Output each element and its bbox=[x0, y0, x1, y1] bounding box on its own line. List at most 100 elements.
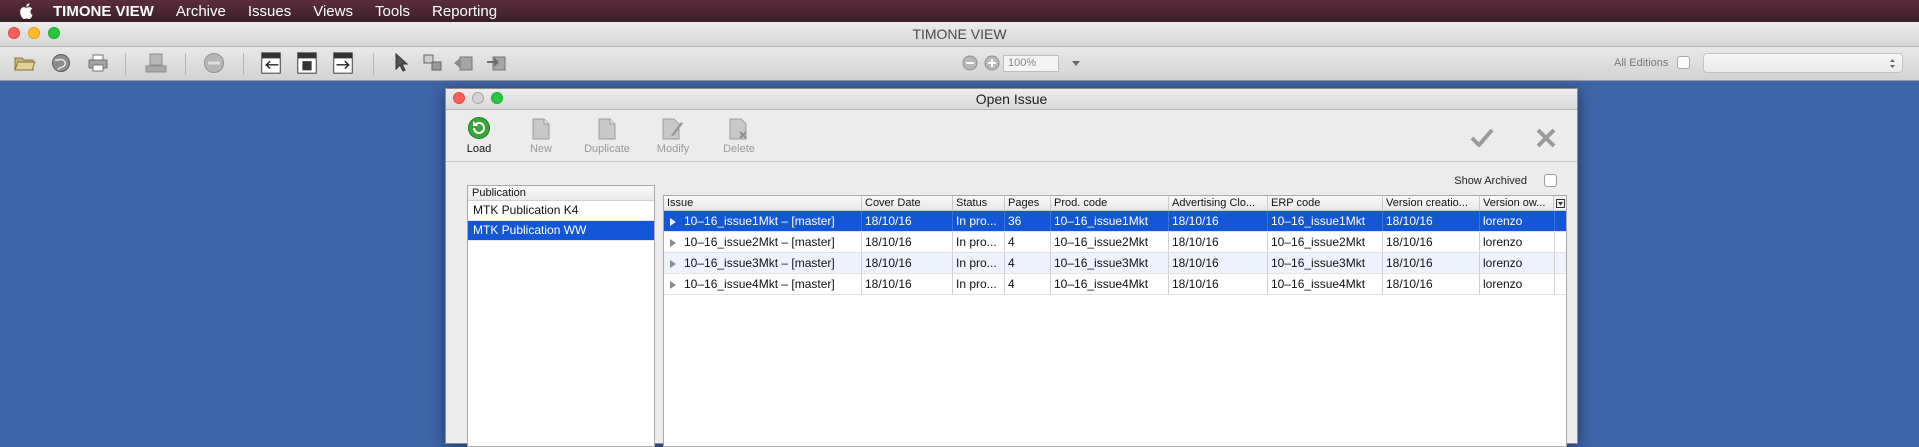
duplicate-button[interactable]: Duplicate bbox=[574, 114, 640, 155]
duplicate-document-icon bbox=[574, 114, 640, 140]
table-row[interactable]: 10–16_issue4Mkt – [master] 18/10/16 In p… bbox=[664, 274, 1566, 295]
cancel-button[interactable] bbox=[1535, 127, 1557, 152]
toolbar-separator bbox=[373, 53, 374, 75]
new-button[interactable]: New bbox=[508, 114, 574, 155]
zoom-in-icon[interactable] bbox=[980, 52, 1004, 74]
version-creation-cell: 18/10/16 bbox=[1383, 232, 1480, 252]
move-forward-icon[interactable] bbox=[484, 52, 508, 74]
confirm-button[interactable] bbox=[1470, 127, 1494, 150]
dialog-divider bbox=[446, 161, 1577, 162]
modify-button[interactable]: Modify bbox=[640, 114, 706, 155]
table-row[interactable]: 10–16_issue1Mkt – [master] 18/10/16 In p… bbox=[664, 211, 1566, 232]
erp-code-cell: 10–16_issue4Mkt bbox=[1268, 274, 1383, 294]
column-header-pages[interactable]: Pages bbox=[1005, 196, 1051, 210]
pages-cell: 4 bbox=[1005, 232, 1051, 252]
window-titlebar: TIMONE VIEW bbox=[0, 22, 1919, 47]
table-header-row: Issue Cover Date Status Pages Prod. code… bbox=[664, 196, 1566, 211]
issue-table: Issue Cover Date Status Pages Prod. code… bbox=[663, 195, 1567, 447]
publication-list: Publication MTK Publication K4 MTK Publi… bbox=[467, 185, 655, 447]
version-owner-cell: lorenzo bbox=[1480, 232, 1555, 252]
delete-label: Delete bbox=[723, 143, 755, 155]
duplicate-label: Duplicate bbox=[584, 143, 630, 155]
toolbar-separator bbox=[243, 53, 244, 75]
delete-button[interactable]: Delete bbox=[706, 114, 772, 155]
column-header-advertising-close[interactable]: Advertising Clo... bbox=[1169, 196, 1268, 210]
publication-item-selected[interactable]: MTK Publication WW bbox=[468, 221, 654, 241]
disclosure-triangle-icon[interactable] bbox=[670, 238, 676, 247]
dialog-title: Open Issue bbox=[975, 91, 1048, 107]
pointer-tool-icon[interactable] bbox=[389, 52, 413, 74]
download-icon[interactable] bbox=[144, 52, 168, 74]
column-header-issue[interactable]: Issue bbox=[664, 196, 862, 210]
column-picker-button[interactable] bbox=[1553, 196, 1566, 210]
table-row[interactable]: 10–16_issue2Mkt – [master] 18/10/16 In p… bbox=[664, 232, 1566, 253]
show-archived-checkbox[interactable] bbox=[1544, 174, 1557, 187]
status-cell: In pro... bbox=[953, 232, 1005, 252]
disclosure-triangle-icon[interactable] bbox=[670, 217, 676, 226]
status-cell: In pro... bbox=[953, 253, 1005, 273]
menu-views[interactable]: Views bbox=[313, 3, 353, 20]
window-title: TIMONE VIEW bbox=[912, 26, 1007, 42]
column-header-cover-date[interactable]: Cover Date bbox=[862, 196, 953, 210]
menu-issues[interactable]: Issues bbox=[248, 3, 291, 20]
menu-tools[interactable]: Tools bbox=[375, 3, 410, 20]
edition-select[interactable] bbox=[1703, 53, 1903, 73]
open-issue-dialog: Open Issue Load New Duplicate Modify Del… bbox=[445, 88, 1578, 447]
disclosure-triangle-icon[interactable] bbox=[670, 259, 676, 268]
advertising-close-cell: 18/10/16 bbox=[1169, 211, 1268, 231]
menu-reporting[interactable]: Reporting bbox=[432, 3, 497, 20]
advertising-close-cell: 18/10/16 bbox=[1169, 253, 1268, 273]
globe-icon[interactable] bbox=[49, 52, 73, 74]
issue-cell: 10–16_issue2Mkt – [master] bbox=[664, 232, 862, 252]
print-icon[interactable] bbox=[86, 52, 110, 74]
issue-cell: 10–16_issue3Mkt – [master] bbox=[664, 253, 862, 273]
disclosure-triangle-icon[interactable] bbox=[670, 280, 676, 289]
all-editions-checkbox[interactable] bbox=[1677, 56, 1690, 69]
edit-document-icon bbox=[640, 114, 706, 140]
version-owner-cell: lorenzo bbox=[1480, 211, 1555, 231]
cover-date-cell: 18/10/16 bbox=[862, 232, 953, 252]
issue-name: 10–16_issue2Mkt – [master] bbox=[684, 235, 835, 249]
erp-code-cell: 10–16_issue2Mkt bbox=[1268, 232, 1383, 252]
version-creation-cell: 18/10/16 bbox=[1383, 211, 1480, 231]
sync-left-icon[interactable] bbox=[259, 52, 283, 74]
sync-page-icon[interactable] bbox=[295, 52, 319, 74]
toolbar-separator bbox=[185, 53, 186, 75]
stop-icon[interactable] bbox=[202, 52, 226, 74]
table-row[interactable]: 10–16_issue3Mkt – [master] 18/10/16 In p… bbox=[664, 253, 1566, 274]
cover-date-cell: 18/10/16 bbox=[862, 274, 953, 294]
version-creation-cell: 18/10/16 bbox=[1383, 274, 1480, 294]
dialog-toolbar: Load New Duplicate Modify Delete bbox=[446, 110, 1577, 160]
issue-cell: 10–16_issue1Mkt – [master] bbox=[664, 211, 862, 231]
prod-code-cell: 10–16_issue1Mkt bbox=[1051, 211, 1169, 231]
pages-cell: 4 bbox=[1005, 253, 1051, 273]
zoom-level-field[interactable]: 100% bbox=[1003, 55, 1059, 72]
zoom-out-icon[interactable] bbox=[958, 52, 982, 74]
load-button[interactable]: Load bbox=[446, 114, 512, 155]
link-frames-icon[interactable] bbox=[421, 52, 445, 74]
show-archived-label: Show Archived bbox=[1454, 175, 1527, 187]
load-label: Load bbox=[466, 143, 492, 155]
zoom-dropdown-icon[interactable] bbox=[1064, 52, 1088, 74]
move-back-icon[interactable] bbox=[451, 52, 475, 74]
checkmark-icon bbox=[1470, 128, 1494, 148]
column-picker-icon bbox=[1555, 198, 1565, 208]
sync-right-icon[interactable] bbox=[331, 52, 355, 74]
issue-name: 10–16_issue3Mkt – [master] bbox=[684, 256, 835, 270]
erp-code-cell: 10–16_issue3Mkt bbox=[1268, 253, 1383, 273]
all-editions-label: All Editions bbox=[1614, 57, 1669, 69]
menu-archive[interactable]: Archive bbox=[176, 3, 226, 20]
app-menu[interactable]: TIMONE VIEW bbox=[53, 3, 154, 20]
prod-code-cell: 10–16_issue2Mkt bbox=[1051, 232, 1169, 252]
new-label: New bbox=[529, 143, 552, 155]
column-header-version-owner[interactable]: Version ow... bbox=[1480, 196, 1555, 210]
column-header-erp-code[interactable]: ERP code bbox=[1268, 196, 1383, 210]
issue-name: 10–16_issue4Mkt – [master] bbox=[684, 277, 835, 291]
publication-item[interactable]: MTK Publication K4 bbox=[468, 201, 654, 221]
column-header-prod-code[interactable]: Prod. code bbox=[1051, 196, 1169, 210]
column-header-version-creation[interactable]: Version creatio... bbox=[1383, 196, 1480, 210]
column-header-status[interactable]: Status bbox=[953, 196, 1005, 210]
open-folder-icon[interactable] bbox=[13, 52, 37, 74]
prod-code-cell: 10–16_issue4Mkt bbox=[1051, 274, 1169, 294]
apple-menu-icon[interactable] bbox=[19, 3, 37, 19]
